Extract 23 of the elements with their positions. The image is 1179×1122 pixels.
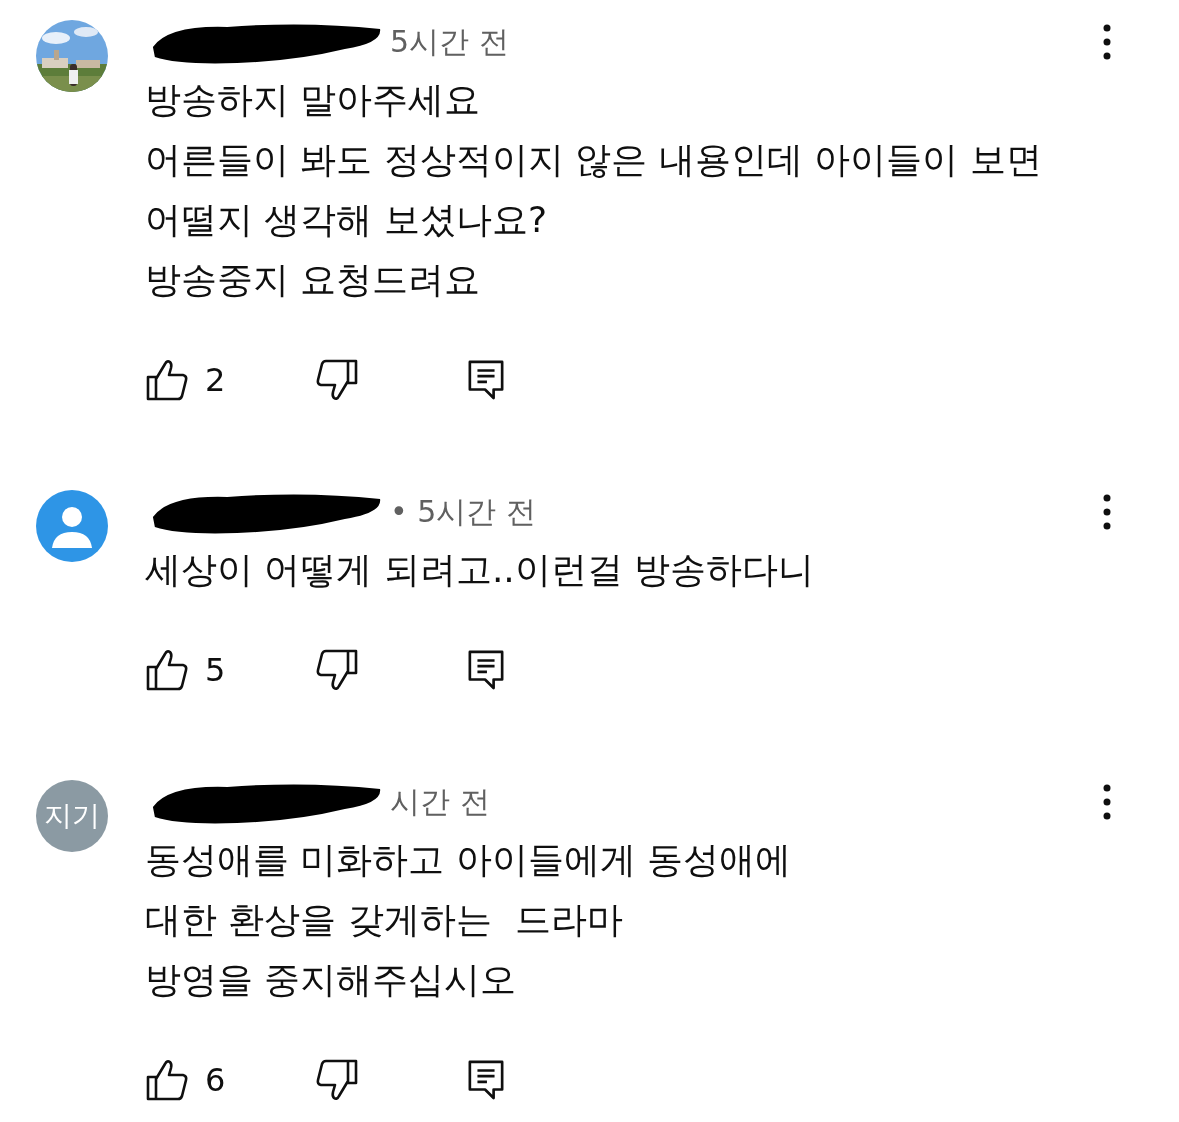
comment-text: 방송하지 말아주세요 어른들이 봐도 정상적이지 않은 내용인데 아이들이 보면 어떨지 생각해 보셨나요? 방송중지 요청드려요 [145,78,1043,302]
thumbs-up-icon[interactable] [145,358,189,402]
reply-icon[interactable] [467,358,505,402]
comment-text: 동성애를 미화하고 아이들에게 동성애에 대한 환상을 갖게하는 드라마 방영을 중지해주십시오 [145,838,793,1002]
thumbs-up-icon[interactable] [145,1058,189,1102]
more-options-icon[interactable] [1103,494,1111,530]
comment-text: 세상이 어떻게 되려고..이런걸 방송하다니 [145,548,816,592]
like-count: 6 [205,1061,226,1099]
avatar-icon [36,490,108,562]
avatar-initials: 지기 [36,780,108,852]
like-count: 2 [205,361,226,399]
reply-icon[interactable] [467,1058,505,1102]
comment-time: • 5시간 전 [390,492,536,531]
more-options-icon[interactable] [1103,784,1111,820]
more-options-icon[interactable] [1103,24,1111,60]
comment-time: 5시간 전 [390,22,509,61]
reply-icon[interactable] [467,648,505,692]
thumbs-down-icon[interactable] [315,648,359,692]
comment-time: 시간 전 [390,782,490,821]
thumbs-down-icon[interactable] [315,1058,359,1102]
thumbs-down-icon[interactable] [315,358,359,402]
thumbs-up-icon[interactable] [145,648,189,692]
like-count: 5 [205,651,226,689]
